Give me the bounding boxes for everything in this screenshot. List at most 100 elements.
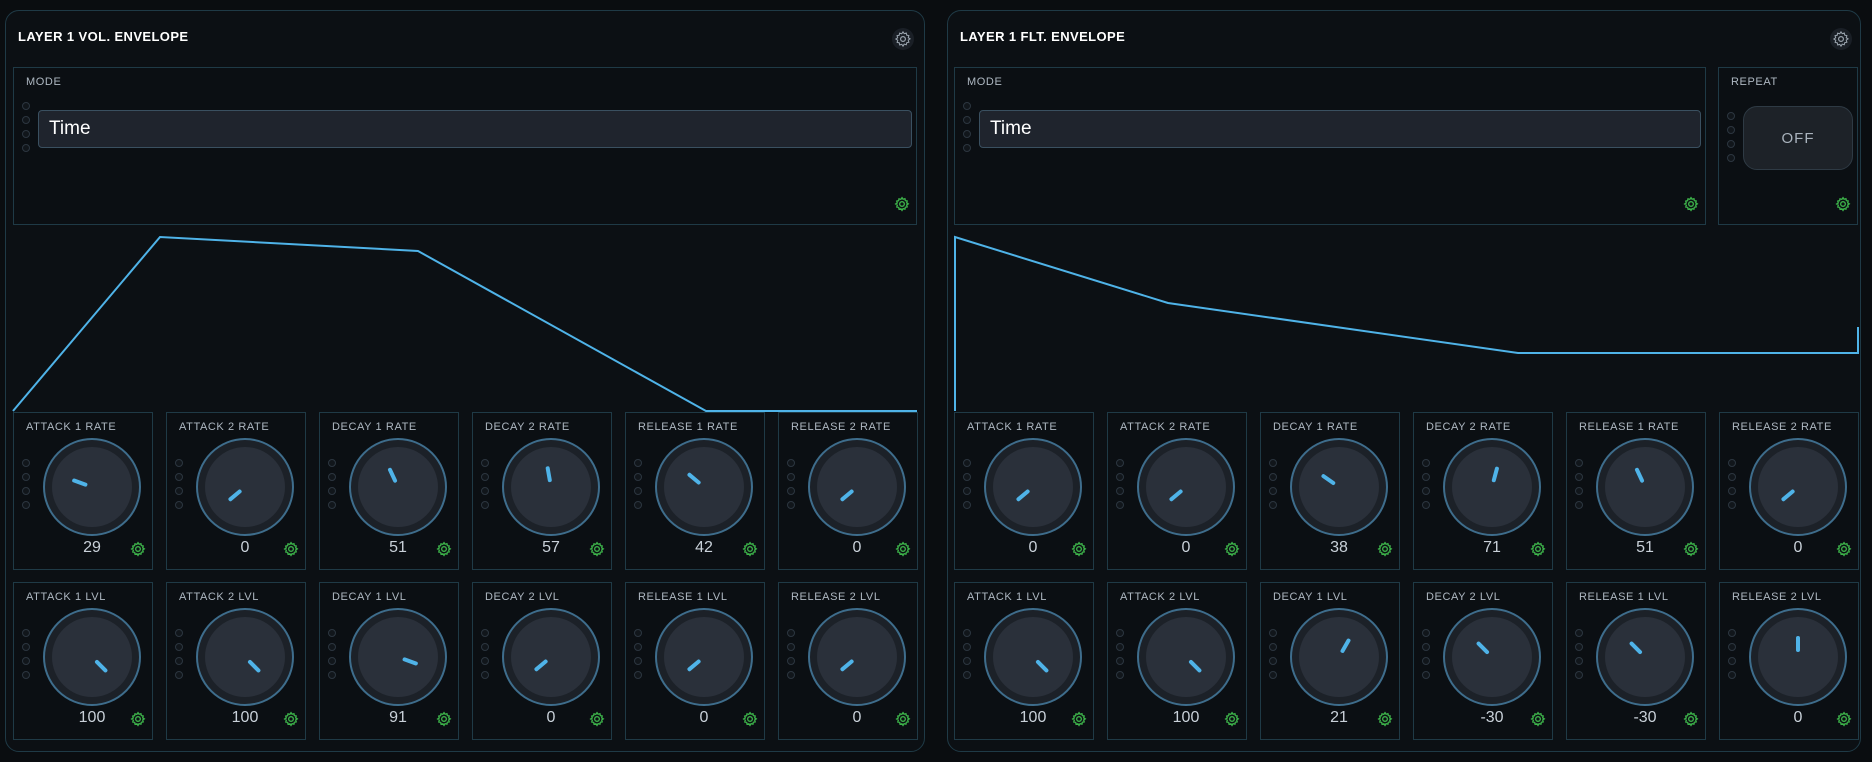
envelope-graph bbox=[954, 235, 1859, 411]
rotary-knob[interactable] bbox=[1289, 607, 1389, 707]
rotary-knob[interactable] bbox=[1136, 437, 1236, 537]
knob-settings-gear-icon[interactable] bbox=[1836, 541, 1852, 557]
rotary-knob[interactable] bbox=[1289, 437, 1389, 537]
rotary-knob[interactable] bbox=[1595, 607, 1695, 707]
knob-settings-gear-icon[interactable] bbox=[1683, 541, 1699, 557]
knob-value: -30 bbox=[1480, 709, 1504, 726]
knob-settings-gear-icon[interactable] bbox=[895, 541, 911, 557]
knob-settings-gear-icon[interactable] bbox=[589, 541, 605, 557]
knob-indicator-dots bbox=[1269, 459, 1277, 509]
rotary-knob[interactable] bbox=[654, 607, 754, 707]
knob-indicator-dots bbox=[963, 459, 971, 509]
mode-label: MODE bbox=[967, 76, 1003, 88]
rotary-knob[interactable] bbox=[807, 607, 907, 707]
knob-settings-gear-icon[interactable] bbox=[130, 541, 146, 557]
knob-settings-gear-icon[interactable] bbox=[1224, 711, 1240, 727]
knob-value: 100 bbox=[78, 709, 106, 726]
knob-indicator-dots bbox=[175, 629, 183, 679]
knob-settings-gear-icon[interactable] bbox=[742, 711, 758, 727]
knob-settings-gear-icon[interactable] bbox=[895, 711, 911, 727]
rate-knob-box: DECAY 1 RATE 51 bbox=[319, 412, 459, 570]
knob-settings-gear-icon[interactable] bbox=[742, 541, 758, 557]
level-knob-box: DECAY 2 LVL -30 bbox=[1413, 582, 1553, 740]
level-knob-box: ATTACK 1 LVL 100 bbox=[13, 582, 153, 740]
knob-label: ATTACK 2 LVL bbox=[179, 591, 259, 603]
vol-envelope-panel: LAYER 1 VOL. ENVELOPE MODE Time ATTACK 1… bbox=[5, 10, 925, 752]
knob-indicator-dots bbox=[1575, 459, 1583, 509]
repeat-toggle-button[interactable]: OFF bbox=[1743, 106, 1853, 170]
knob-settings-gear-icon[interactable] bbox=[1836, 711, 1852, 727]
knob-label: DECAY 2 RATE bbox=[1426, 421, 1511, 433]
rotary-knob[interactable] bbox=[1595, 437, 1695, 537]
panel-settings-gear-icon[interactable] bbox=[1830, 28, 1852, 50]
rotary-knob[interactable] bbox=[807, 437, 907, 537]
rotary-knob[interactable] bbox=[501, 437, 601, 537]
knob-indicator-dots bbox=[22, 459, 30, 509]
mode-indicator-dots bbox=[963, 102, 971, 152]
knob-indicator-dots bbox=[787, 459, 795, 509]
knob-value: 0 bbox=[1793, 709, 1803, 726]
rotary-knob[interactable] bbox=[42, 607, 142, 707]
rotary-knob[interactable] bbox=[42, 437, 142, 537]
rotary-knob[interactable] bbox=[1442, 437, 1542, 537]
knob-settings-gear-icon[interactable] bbox=[283, 541, 299, 557]
mode-select[interactable]: Time bbox=[38, 110, 912, 148]
repeat-settings-gear-icon[interactable] bbox=[1835, 196, 1851, 212]
knob-label: RELEASE 2 LVL bbox=[791, 591, 881, 603]
mode-indicator-dots bbox=[22, 102, 30, 152]
knob-label: ATTACK 1 LVL bbox=[26, 591, 106, 603]
rotary-knob[interactable] bbox=[501, 607, 601, 707]
knob-indicator-dots bbox=[787, 629, 795, 679]
rotary-knob[interactable] bbox=[983, 437, 1083, 537]
knob-value: 21 bbox=[1330, 709, 1348, 726]
rotary-knob[interactable] bbox=[1442, 607, 1542, 707]
knob-settings-gear-icon[interactable] bbox=[1377, 541, 1393, 557]
knob-value: 100 bbox=[1172, 709, 1200, 726]
knob-label: RELEASE 1 LVL bbox=[1579, 591, 1669, 603]
knob-settings-gear-icon[interactable] bbox=[1071, 711, 1087, 727]
knob-value: 51 bbox=[389, 539, 407, 556]
knob-settings-gear-icon[interactable] bbox=[1071, 541, 1087, 557]
knob-settings-gear-icon[interactable] bbox=[1683, 711, 1699, 727]
rotary-knob[interactable] bbox=[983, 607, 1083, 707]
knob-indicator-dots bbox=[1422, 629, 1430, 679]
rotary-knob[interactable] bbox=[195, 437, 295, 537]
knob-indicator-dots bbox=[481, 459, 489, 509]
knob-value: -30 bbox=[1633, 709, 1657, 726]
knob-settings-gear-icon[interactable] bbox=[1530, 711, 1546, 727]
level-knob-box: ATTACK 1 LVL 100 bbox=[954, 582, 1094, 740]
knob-indicator-dots bbox=[634, 629, 642, 679]
knob-value: 51 bbox=[1636, 539, 1654, 556]
level-knob-box: RELEASE 1 LVL 0 bbox=[625, 582, 765, 740]
knob-value: 42 bbox=[695, 539, 713, 556]
knob-settings-gear-icon[interactable] bbox=[1530, 541, 1546, 557]
mode-section: MODE Time bbox=[954, 67, 1706, 225]
knob-indicator-dots bbox=[1575, 629, 1583, 679]
rotary-knob[interactable] bbox=[348, 607, 448, 707]
mode-settings-gear-icon[interactable] bbox=[894, 196, 910, 212]
rotary-knob[interactable] bbox=[1748, 607, 1848, 707]
mode-settings-gear-icon[interactable] bbox=[1683, 196, 1699, 212]
knob-settings-gear-icon[interactable] bbox=[283, 711, 299, 727]
knob-label: ATTACK 2 LVL bbox=[1120, 591, 1200, 603]
knob-settings-gear-icon[interactable] bbox=[436, 711, 452, 727]
knob-value: 57 bbox=[542, 539, 560, 556]
panel-settings-gear-icon[interactable] bbox=[892, 28, 914, 50]
rate-knob-box: DECAY 2 RATE 71 bbox=[1413, 412, 1553, 570]
knob-label: RELEASE 1 RATE bbox=[638, 421, 738, 433]
rotary-knob[interactable] bbox=[1748, 437, 1848, 537]
knob-settings-gear-icon[interactable] bbox=[130, 711, 146, 727]
mode-select[interactable]: Time bbox=[979, 110, 1701, 148]
rotary-knob[interactable] bbox=[195, 607, 295, 707]
knob-value: 0 bbox=[1793, 539, 1803, 556]
knob-settings-gear-icon[interactable] bbox=[1224, 541, 1240, 557]
knob-settings-gear-icon[interactable] bbox=[589, 711, 605, 727]
rotary-knob[interactable] bbox=[348, 437, 448, 537]
knob-settings-gear-icon[interactable] bbox=[1377, 711, 1393, 727]
rotary-knob[interactable] bbox=[1136, 607, 1236, 707]
rotary-knob[interactable] bbox=[654, 437, 754, 537]
knob-value: 0 bbox=[240, 539, 250, 556]
knob-label: RELEASE 1 RATE bbox=[1579, 421, 1679, 433]
mode-section: MODE Time bbox=[13, 67, 917, 225]
knob-settings-gear-icon[interactable] bbox=[436, 541, 452, 557]
